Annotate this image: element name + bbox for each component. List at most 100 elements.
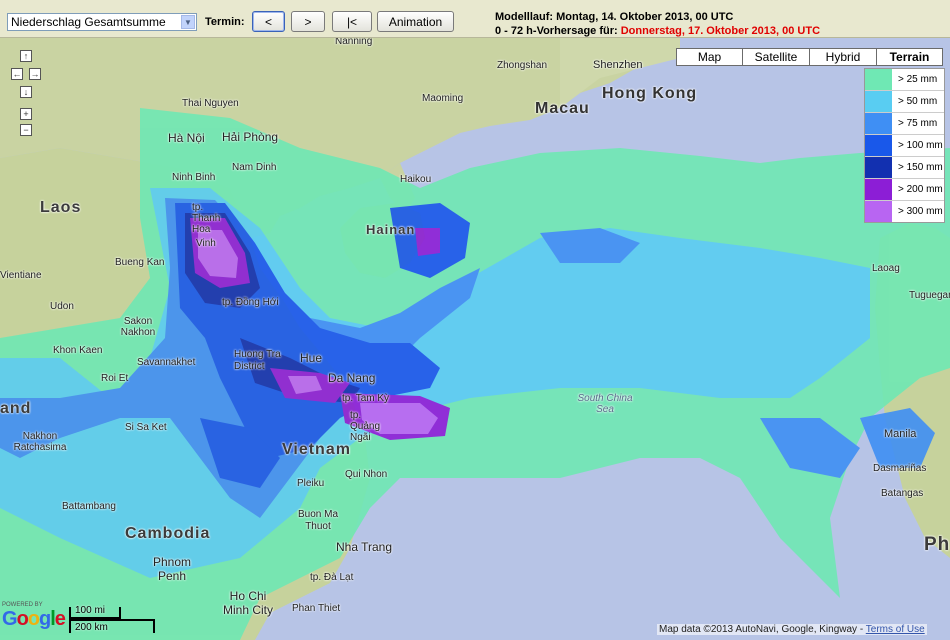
chevron-down-icon[interactable]: ▼ [181,15,195,29]
forecast-prefix: 0 - 72 h-Vorhersage für: [495,25,618,37]
place-label: Laoag [872,263,900,274]
place-label: Hong Kong [602,85,698,102]
zoom-out-button[interactable]: − [20,124,32,136]
legend-label: > 200 mm [898,184,943,195]
place-label: Laos [40,199,82,216]
termin-label: Termin: [205,16,245,28]
place-label: Manila [884,428,917,440]
map-type-control: Map Satellite Hybrid Terrain [676,48,943,66]
place-label: Ho Chi Minh City [222,589,273,617]
pan-down-button[interactable]: ↓ [20,86,32,98]
place-label: Nakhon Ratchasima [13,431,67,453]
place-label: Zhongshan [497,60,548,71]
map-canvas[interactable]: Nanning Zhongshan Shenzhen Macau Hong Ko… [0,38,950,640]
place-label: Vinh [196,238,216,249]
zoom-in-button[interactable]: + [20,108,32,120]
place-label: Thai Nguyen [182,98,239,109]
next-step-button[interactable]: > [291,11,325,32]
map-type-map-button[interactable]: Map [676,48,743,66]
place-label: tp. Đồng Hới [222,297,279,308]
scale-miles-label: 100 mi [75,605,106,616]
place-label: Phnom Penh [152,555,192,583]
animation-button[interactable]: Animation [377,11,454,32]
first-step-button[interactable]: |< [332,11,372,32]
toolbar: Niederschlag Gesamtsumme ▼ Termin: < > |… [0,0,950,38]
place-label: Macau [535,100,590,117]
pan-right-button[interactable]: → [29,68,41,80]
place-label: Ph [924,534,950,555]
legend-label: > 100 mm [898,140,943,151]
place-label: Maoming [422,93,464,104]
place-label: Hainan [366,222,416,237]
place-label: Vietnam [282,441,351,458]
legend-label: > 50 mm [898,96,938,107]
legend-label: > 300 mm [898,206,943,217]
legend-row: > 25 mm [865,69,944,91]
place-label: and [0,400,32,417]
place-label: Huong Tra District [234,349,281,372]
legend-swatch [865,69,892,90]
legend-swatch [865,157,892,178]
place-label: Haikou [400,174,432,185]
place-label: Cambodia [125,525,211,542]
place-label: Bueng Kan [115,257,165,268]
place-label: Roi Et [101,373,129,384]
legend-row: > 300 mm [865,201,944,222]
precipitation-legend: > 25 mm > 50 mm > 75 mm > 100 mm > 150 mm > 2… [864,68,945,223]
place-label: Tuguegarao [909,290,950,301]
terms-of-use-link[interactable]: Terms of Use [866,624,925,635]
place-label: Batangas [881,488,924,499]
forecast-line: 0 - 72 h-Vorhersage für: Donnerstag, 17.… [495,24,820,38]
place-label: Sakon Nakhon [120,316,156,338]
model-run-label: Modelllauf: Montag, 14. Oktober 2013, 00… [495,11,734,23]
place-label: Qui Nhon [345,469,388,480]
map-type-terrain-button[interactable]: Terrain [876,48,943,66]
legend-swatch [865,91,892,112]
attribution-text: Map data ©2013 AutoNavi, Google, Kingway… [659,624,866,635]
place-label: Khon Kaen [53,345,103,356]
place-label: Dasmariñas [873,463,927,474]
legend-label: > 25 mm [898,74,938,85]
place-label: Shenzhen [593,59,643,71]
previous-step-button[interactable]: < [252,11,285,32]
legend-row: > 50 mm [865,91,944,113]
map-type-satellite-button[interactable]: Satellite [742,48,810,66]
place-label: Ninh Binh [172,172,216,183]
place-label: Savannakhet [137,357,196,368]
place-label: Da Nang [328,371,376,385]
place-label: tp. Tam Kỳ [342,393,390,404]
model-run-info: Modelllauf: Montag, 14. Oktober 2013, 00… [495,10,820,38]
place-label: Hải Phòng [222,130,279,144]
place-label: Nha Trang [336,540,393,554]
parameter-select[interactable]: Niederschlag Gesamtsumme ▼ [7,13,197,31]
place-label: Hue [300,351,323,365]
legend-row: > 150 mm [865,157,944,179]
legend-label: > 75 mm [898,118,938,129]
sea-label: South China Sea [577,393,633,415]
place-label: tp. Đà Lạt [310,572,354,583]
place-label: Hà Nội [168,131,205,145]
place-label: tp. Thanh Hoa [192,202,221,235]
place-label: Udon [50,301,74,312]
legend-swatch [865,113,892,134]
google-wordmark: Google [2,608,66,630]
legend-row: > 75 mm [865,113,944,135]
place-label: Battambang [62,501,116,512]
place-label: Vientiane [0,270,42,281]
place-label: Nanning [335,38,373,47]
place-label: Nam Dinh [232,162,277,173]
legend-swatch [865,179,892,200]
legend-swatch [865,135,892,156]
parameter-select-value: Niederschlag Gesamtsumme [11,15,166,29]
map-attribution: Map data ©2013 AutoNavi, Google, Kingway… [657,624,927,635]
legend-row: > 200 mm [865,179,944,201]
place-label: Si Sa Ket [125,422,167,433]
google-logo[interactable]: POWERED BY Google [2,602,66,631]
pan-left-button[interactable]: ← [11,68,23,80]
pan-up-button[interactable]: ↑ [20,50,32,62]
forecast-date: Donnerstag, 17. Oktober 2013, 00 UTC [620,25,821,37]
map-type-hybrid-button[interactable]: Hybrid [809,48,877,66]
scale-km-label: 200 km [75,622,108,633]
legend-label: > 150 mm [898,162,943,173]
scale-bar: 100 mi 200 km [69,605,157,637]
